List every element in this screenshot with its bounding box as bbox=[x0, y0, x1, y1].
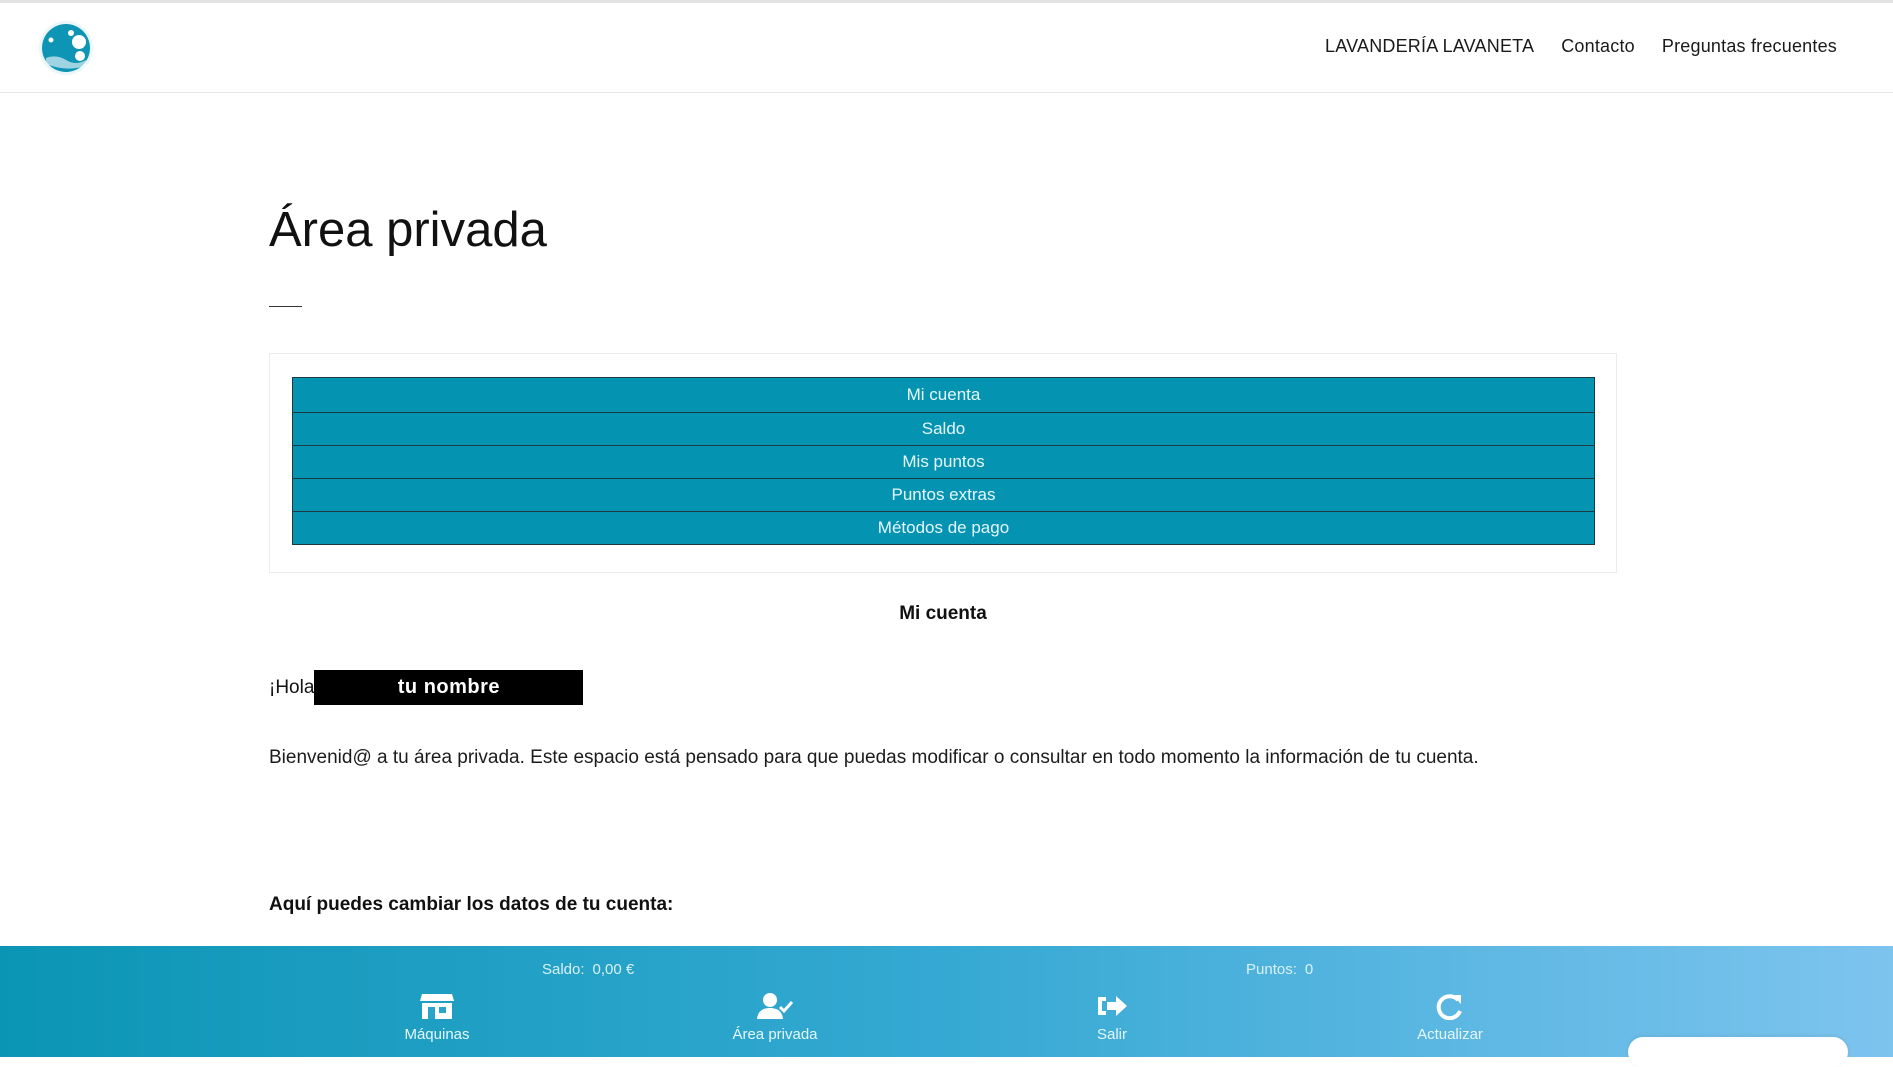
private-area-button[interactable]: Área privada bbox=[700, 992, 850, 1043]
site-header: LAVANDERÍA LAVANETA Contacto Preguntas f… bbox=[0, 3, 1893, 93]
bottom-toolbar: Saldo: 0,00 € Puntos: 0 Máquinas Área priv… bbox=[0, 946, 1893, 1057]
store-icon bbox=[362, 992, 512, 1020]
balance-label: Saldo: bbox=[542, 961, 585, 978]
title-divider bbox=[269, 306, 302, 307]
tab-mis-puntos[interactable]: Mis puntos bbox=[292, 445, 1595, 479]
refresh-icon bbox=[1375, 992, 1525, 1020]
nav-link-contacto[interactable]: Contacto bbox=[1561, 36, 1635, 57]
balance-value: 0,00 € bbox=[592, 961, 635, 978]
refresh-label: Actualizar bbox=[1417, 1026, 1483, 1043]
account-tabs: Mi cuenta Saldo Mis puntos Puntos extras… bbox=[292, 377, 1595, 545]
page-title: Área privada bbox=[269, 203, 547, 257]
greeting-prefix: ¡Hola bbox=[269, 676, 315, 698]
welcome-text: Bienvenid@ a tu área privada. Este espac… bbox=[269, 747, 1479, 768]
tab-metodos-de-pago[interactable]: Métodos de pago bbox=[292, 511, 1595, 545]
refresh-button[interactable]: Actualizar bbox=[1375, 992, 1525, 1043]
balance-display: Saldo: 0,00 € bbox=[542, 961, 634, 978]
logout-label: Salir bbox=[1096, 1026, 1127, 1043]
account-tabs-panel: Mi cuenta Saldo Mis puntos Puntos extras… bbox=[269, 353, 1617, 573]
user-name: tu nombre bbox=[314, 670, 584, 705]
nav-link-faq[interactable]: Preguntas frecuentes bbox=[1662, 36, 1837, 57]
nav-link-lavanderia[interactable]: LAVANDERÍA LAVANETA bbox=[1325, 36, 1534, 57]
sign-out-icon bbox=[1037, 992, 1187, 1020]
points-value: 0 bbox=[1304, 961, 1314, 978]
greeting: ¡Hola tu nombre bbox=[269, 670, 584, 705]
machines-label: Máquinas bbox=[404, 1026, 470, 1043]
private-area-label: Área privada bbox=[732, 1026, 818, 1043]
tab-mi-cuenta[interactable]: Mi cuenta bbox=[292, 377, 1595, 413]
tab-puntos-extras[interactable]: Puntos extras bbox=[292, 478, 1595, 512]
main-nav: LAVANDERÍA LAVANETA Contacto Preguntas f… bbox=[1325, 36, 1837, 57]
machines-button[interactable]: Máquinas bbox=[362, 992, 512, 1043]
tab-saldo[interactable]: Saldo bbox=[292, 412, 1595, 446]
logout-button[interactable]: Salir bbox=[1037, 992, 1187, 1043]
points-display: Puntos: 0 bbox=[1246, 961, 1313, 978]
user-check-icon bbox=[700, 992, 850, 1020]
floating-widget[interactable] bbox=[1628, 1037, 1848, 1067]
change-data-label: Aquí puedes cambiar los datos de tu cuen… bbox=[269, 894, 674, 915]
logo[interactable] bbox=[38, 20, 94, 76]
points-label: Puntos: bbox=[1246, 961, 1297, 978]
section-heading: Mi cuenta bbox=[899, 603, 987, 624]
